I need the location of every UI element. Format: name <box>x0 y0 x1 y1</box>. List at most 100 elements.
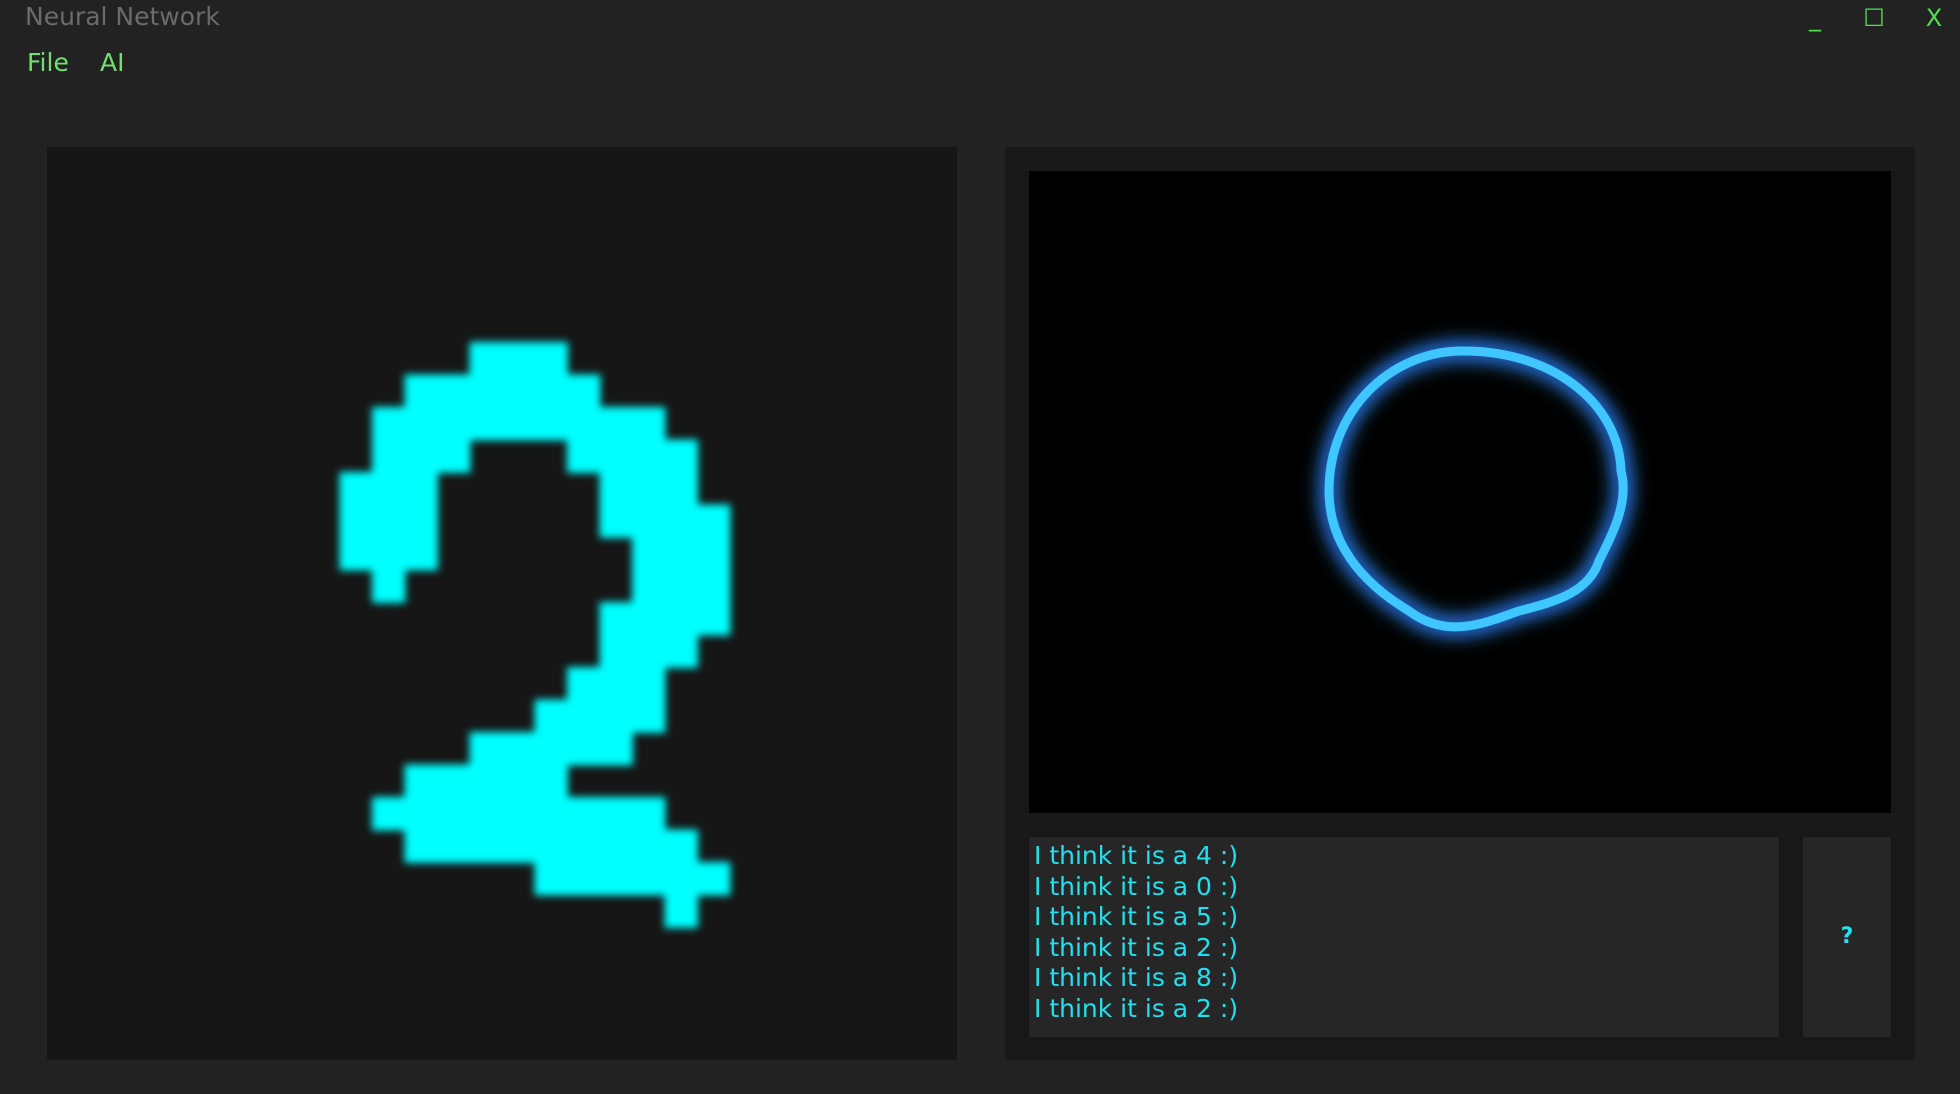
digit-pixel <box>502 764 536 798</box>
digit-pixel <box>664 634 698 668</box>
digit-pixel <box>599 602 633 636</box>
visualizer-display <box>1029 171 1891 813</box>
digit-pixel <box>502 732 536 766</box>
log-line: I think it is a 2 :) <box>1034 993 1239 1023</box>
log-line: I think it is a 0 :) <box>1034 871 1239 901</box>
digit-pixel <box>632 569 666 603</box>
digit-pixel <box>664 472 698 506</box>
drawing-canvas[interactable] <box>47 147 957 1060</box>
minimize-button[interactable]: _ <box>1791 0 1839 36</box>
digit-pixel <box>502 374 536 408</box>
digit-pixel <box>632 537 666 571</box>
glowing-ring-icon <box>1317 339 1635 638</box>
digit-pixel <box>404 764 438 798</box>
digit-pixel <box>437 829 471 863</box>
digit-pixel <box>632 602 666 636</box>
digit-pixel <box>404 407 438 441</box>
digit-pixel <box>534 699 568 733</box>
digit-pixel <box>632 407 666 441</box>
digit-pixel <box>599 797 633 831</box>
digit-pixel <box>599 699 633 733</box>
digit-pixel <box>534 797 568 831</box>
digit-pixel <box>534 764 568 798</box>
digit-pixel <box>664 862 698 896</box>
digit-pixel <box>567 439 601 473</box>
digit-pixel <box>567 407 601 441</box>
digit-pixel <box>502 407 536 441</box>
menu-ai[interactable]: AI <box>100 48 124 77</box>
digit-pixel <box>697 862 731 896</box>
digit-pixel <box>372 537 406 571</box>
digit-pixel <box>599 862 633 896</box>
digit-pixel <box>632 797 666 831</box>
digit-pixel <box>469 374 503 408</box>
log-line: I think it is a 4 :) <box>1034 841 1239 870</box>
digit-pixel <box>534 342 568 376</box>
window-title: Neural Network <box>25 2 220 31</box>
digit-pixel <box>437 764 471 798</box>
digit-pixel <box>664 569 698 603</box>
digit-pixel <box>534 862 568 896</box>
digit-pixel <box>599 407 633 441</box>
digit-pixel <box>632 862 666 896</box>
digit-pixel <box>697 602 731 636</box>
digit-pixel <box>372 439 406 473</box>
digit-pixel <box>404 439 438 473</box>
digit-pixel <box>502 829 536 863</box>
menu-file[interactable]: File <box>27 48 69 77</box>
digit-pixel <box>697 537 731 571</box>
digit-pixel <box>437 374 471 408</box>
digit-pixel <box>534 407 568 441</box>
digit-pixel <box>502 342 536 376</box>
digit-pixel <box>599 472 633 506</box>
digit-pixel <box>372 472 406 506</box>
digit-pixel <box>534 732 568 766</box>
digit-pixel <box>372 407 406 441</box>
digit-pixel <box>437 797 471 831</box>
digit-pixel <box>599 439 633 473</box>
digit-pixel <box>664 439 698 473</box>
digit-pixel <box>339 504 373 538</box>
digit-pixel <box>404 797 438 831</box>
digit-pixel <box>599 732 633 766</box>
digit-pixel <box>567 374 601 408</box>
digit-pixel <box>632 504 666 538</box>
digit-pixel <box>404 472 438 506</box>
digit-pixel <box>567 699 601 733</box>
log-line: I think it is a 2 :) <box>1034 932 1239 962</box>
handwritten-digit-icon <box>339 342 731 928</box>
digit-pixel <box>664 829 698 863</box>
digit-pixel <box>599 504 633 538</box>
help-button[interactable]: ? <box>1803 837 1891 1037</box>
digit-pixel <box>372 504 406 538</box>
digit-pixel <box>404 504 438 538</box>
digit-pixel <box>437 407 471 441</box>
digit-pixel <box>632 699 666 733</box>
title-bar: Neural Network _ ☐ X <box>0 0 1960 40</box>
digit-pixel <box>404 829 438 863</box>
maximize-button[interactable]: ☐ <box>1850 0 1898 36</box>
output-panel: I think it is a 4 :) I think it is a 0 :… <box>1005 147 1915 1060</box>
digit-pixel <box>534 829 568 863</box>
digit-pixel <box>469 342 503 376</box>
digit-pixel <box>664 894 698 928</box>
log-line: I think it is a 5 :) <box>1034 902 1239 931</box>
digit-pixel <box>664 537 698 571</box>
digit-pixel <box>567 797 601 831</box>
digit-pixel <box>339 472 373 506</box>
digit-pixel <box>697 504 731 538</box>
digit-pixel <box>339 537 373 571</box>
digit-pixel <box>632 829 666 863</box>
digit-pixel <box>469 797 503 831</box>
digit-pixel <box>697 569 731 603</box>
digit-pixel <box>567 732 601 766</box>
digit-pixel <box>404 537 438 571</box>
close-button[interactable]: X <box>1910 0 1958 36</box>
digit-pixel <box>534 374 568 408</box>
digit-pixel <box>469 732 503 766</box>
digit-pixel <box>632 472 666 506</box>
prediction-log: I think it is a 4 :) I think it is a 0 :… <box>1029 837 1779 1037</box>
digit-pixel <box>469 407 503 441</box>
digit-pixel <box>632 667 666 701</box>
digit-pixel <box>599 667 633 701</box>
